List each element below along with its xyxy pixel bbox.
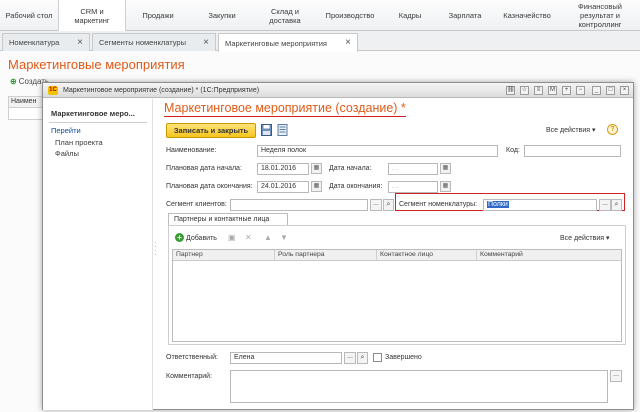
copy-icon[interactable]: ▣ <box>228 233 236 242</box>
sections-bar: Рабочий стол CRM и маркетинг Продажи Зак… <box>0 0 640 31</box>
calendar-icon[interactable]: ▦ <box>440 181 451 192</box>
section-sales[interactable]: Продажи <box>126 0 190 31</box>
planned-end-date-field[interactable]: 24.01.2016 <box>257 181 309 193</box>
tab-nomenclature[interactable]: Номенклатура × <box>2 33 90 51</box>
planned-start-date-field[interactable]: 18.01.2016 <box>257 163 309 175</box>
calendar-icon[interactable]: ▦ <box>311 163 322 174</box>
background-page-title: Маркетинговые мероприятия <box>8 57 185 72</box>
star-icon[interactable]: ☆ <box>520 86 529 95</box>
code-field[interactable] <box>524 145 621 157</box>
navigation-panel-title[interactable]: Маркетинговое меро... <box>51 109 135 118</box>
choose-button[interactable]: ... <box>610 370 622 382</box>
nav-link-files[interactable]: Файлы <box>55 149 79 158</box>
completed-label: Завершено <box>385 354 422 361</box>
open-tabs-strip: Номенклатура × Сегменты номенклатуры × Мар… <box>0 31 640 52</box>
nav-link-project-plan[interactable]: План проекта <box>55 138 103 147</box>
delete-icon[interactable]: ✕ <box>245 233 252 242</box>
tab-partners-contacts[interactable]: Партнеры и контактные лица <box>168 213 288 225</box>
all-actions-menu[interactable]: Все действия ▾ <box>546 126 595 134</box>
client-segment-field[interactable] <box>230 199 368 211</box>
move-up-icon[interactable]: ▲ <box>264 233 272 242</box>
code-label: Код: <box>506 147 520 154</box>
column-header-comment[interactable]: Комментарий <box>477 250 621 261</box>
comment-label: Комментарий: <box>166 373 213 380</box>
section-treasury[interactable]: Казначейство <box>494 0 560 31</box>
start-date-field[interactable]: . . <box>388 163 438 175</box>
divider <box>49 122 147 123</box>
column-header-partner-role[interactable]: Роль партнера <box>275 250 377 261</box>
maximize-icon[interactable]: □ <box>606 86 615 95</box>
memory-plus-icon[interactable]: + <box>562 86 571 95</box>
close-icon[interactable]: × <box>203 37 209 48</box>
name-label: Наименование: <box>166 147 217 154</box>
name-field[interactable]: Неделя полок <box>257 145 498 157</box>
save-and-close-button[interactable]: Записать и закрыть <box>166 123 256 138</box>
responsible-field[interactable]: Елена <box>230 352 342 364</box>
memory-icon[interactable]: M <box>548 86 557 95</box>
end-date-label: Дата окончания: <box>329 183 383 190</box>
tab-marketing-events[interactable]: Маркетинговые мероприятия × <box>218 33 358 52</box>
choose-button[interactable]: ... <box>599 199 611 211</box>
close-icon[interactable]: × <box>620 86 629 95</box>
memory-minus-icon[interactable]: − <box>576 86 585 95</box>
section-production[interactable]: Производство <box>316 0 384 31</box>
background-table-row[interactable] <box>8 108 46 120</box>
navigation-panel: Маркетинговое меро... Перейти План проек… <box>43 99 153 410</box>
plus-icon[interactable]: ⊕ <box>10 77 17 86</box>
nomenclature-segment-value: Полки <box>487 201 509 208</box>
close-icon[interactable]: × <box>77 37 83 48</box>
client-segment-label: Сегмент клиентов: <box>166 201 227 208</box>
planned-start-label: Плановая дата начала: <box>166 165 242 172</box>
responsible-label: Ответственный: <box>166 354 218 361</box>
partners-all-actions-menu[interactable]: Все действия ▾ <box>560 234 609 242</box>
start-date-label: Дата начала: <box>329 165 372 172</box>
partners-table: Партнер Роль партнера Контактное лицо Ко… <box>172 249 622 342</box>
search-icon[interactable]: ⌕ <box>383 199 394 211</box>
search-icon[interactable]: ⌕ <box>611 199 622 211</box>
tab-nomenclature-segments[interactable]: Сегменты номенклатуры × <box>92 33 216 51</box>
column-header-contact-person[interactable]: Контактное лицо <box>377 250 477 261</box>
move-down-icon[interactable]: ▼ <box>280 233 288 242</box>
choose-button[interactable]: ... <box>370 199 382 211</box>
section-warehouse[interactable]: Склад и доставка <box>254 0 316 31</box>
window-title: Маркетинговое мероприятие (создание) * (… <box>63 87 260 94</box>
search-icon[interactable]: ⌕ <box>357 352 368 364</box>
comment-field[interactable] <box>230 370 608 403</box>
1c-logo-icon: 1C <box>48 86 58 95</box>
section-financial-result[interactable]: Финансовый результат и контроллинг <box>560 0 640 31</box>
end-date-field[interactable]: . . <box>388 181 438 193</box>
nomenclature-segment-field[interactable]: Полки <box>483 199 597 211</box>
planned-end-label: Плановая дата окончания: <box>166 183 253 190</box>
section-salary[interactable]: Зарплата <box>436 0 494 31</box>
link-icon[interactable]: ⛓ <box>506 86 515 95</box>
section-purchases[interactable]: Закупки <box>190 0 254 31</box>
completed-checkbox[interactable] <box>373 353 382 362</box>
form-title: Маркетинговое мероприятие (создание) * <box>164 101 406 117</box>
go-to-heading: Перейти <box>51 126 81 135</box>
help-icon[interactable]: ? <box>607 124 618 135</box>
splitter-handle[interactable]: · · · · <box>154 239 157 259</box>
add-icon: + <box>175 233 184 242</box>
background-column-header[interactable]: Наимен <box>8 96 46 108</box>
minimize-icon[interactable]: _ <box>592 86 601 95</box>
choose-button[interactable]: ... <box>344 352 356 364</box>
section-desktop[interactable]: Рабочий стол <box>0 0 58 31</box>
document-list-icon[interactable] <box>277 124 288 136</box>
column-header-partner[interactable]: Партнер <box>173 250 275 261</box>
section-crm-marketing[interactable]: CRM и маркетинг <box>58 0 126 31</box>
calendar-icon[interactable]: ▦ <box>440 163 451 174</box>
list-icon[interactable]: ≡ <box>534 86 543 95</box>
section-hr[interactable]: Кадры <box>384 0 436 31</box>
close-icon[interactable]: × <box>345 37 351 48</box>
add-button[interactable]: + Добавить <box>175 233 217 242</box>
nomenclature-segment-label: Сегмент номенклатуры: <box>399 201 478 208</box>
table-header-row: Партнер Роль партнера Контактное лицо Ко… <box>173 250 621 261</box>
save-icon[interactable] <box>261 124 272 136</box>
modal-titlebar: 1C Маркетинговое мероприятие (создание) … <box>43 83 633 98</box>
calendar-icon[interactable]: ▦ <box>311 181 322 192</box>
